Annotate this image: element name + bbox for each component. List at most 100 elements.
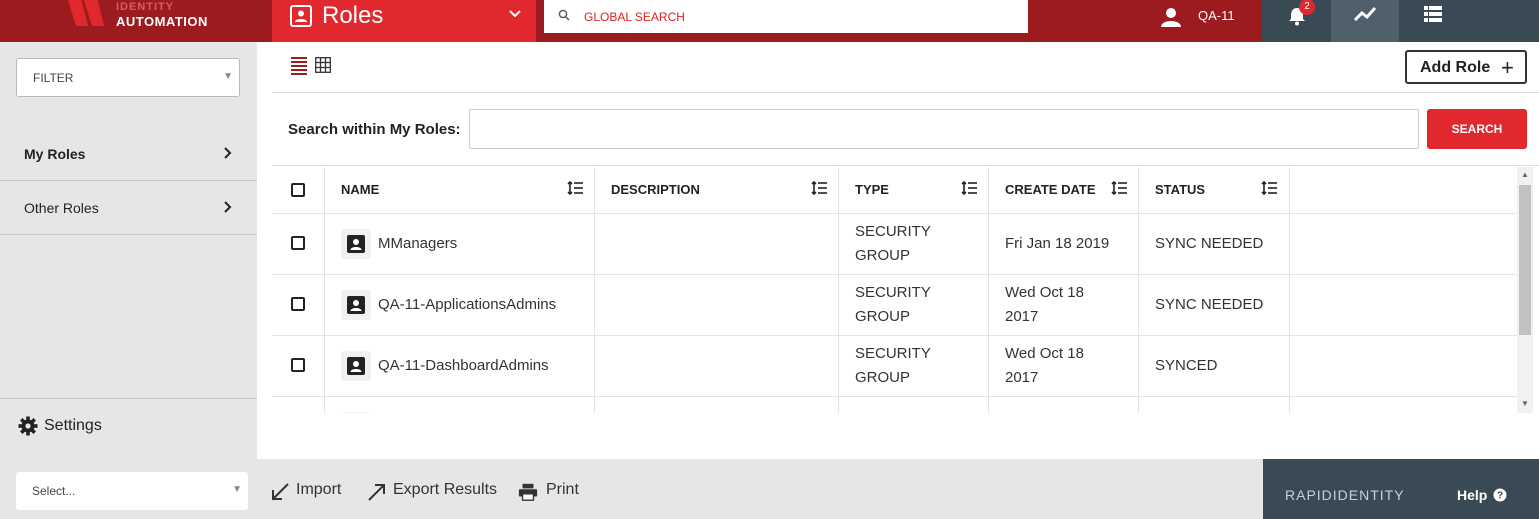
print-link[interactable]: Print xyxy=(546,481,579,499)
brand-name: RAPIDIDENTITY xyxy=(1285,487,1405,503)
list-view-icon[interactable] xyxy=(291,57,307,75)
row-checkbox[interactable] xyxy=(291,297,305,311)
global-search-input[interactable] xyxy=(584,0,1024,33)
role-date-line1: Fri Jan 18 2019 xyxy=(1005,235,1110,252)
status-cell: SYNC NEEDED xyxy=(1139,275,1290,335)
column-header-name[interactable]: NAME xyxy=(325,167,595,213)
sidebar-item-my-roles[interactable]: My Roles xyxy=(0,128,257,181)
global-search[interactable] xyxy=(544,0,1028,33)
select-all-checkbox[interactable] xyxy=(291,183,305,197)
description-cell xyxy=(595,397,839,413)
menu-button[interactable] xyxy=(1399,0,1539,42)
plus-icon: + xyxy=(1501,55,1514,80)
description-cell xyxy=(595,214,839,274)
header-checkbox-cell xyxy=(272,167,325,213)
role-type-line2: GROUP xyxy=(855,247,911,264)
user-menu[interactable]: QA-11 xyxy=(1158,0,1262,42)
logo[interactable]: IDENTITY AUTOMATION xyxy=(0,0,272,42)
row-checkbox-cell xyxy=(272,336,325,396)
bulk-action-label: Select... xyxy=(32,484,76,498)
brand-panel: RAPIDIDENTITY Help ? xyxy=(1263,459,1539,519)
bulk-action-select[interactable]: Select... ▼ xyxy=(16,472,248,510)
chevron-down-icon xyxy=(509,10,521,18)
row-checkbox-cell xyxy=(272,214,325,274)
sort-icon[interactable] xyxy=(1261,181,1277,195)
search-button[interactable]: SEARCH xyxy=(1427,109,1527,149)
role-name[interactable]: MManagers xyxy=(378,232,457,256)
filter-label: FILTER xyxy=(33,71,74,85)
logo-text-top: IDENTITY xyxy=(116,1,175,13)
user-name: QA-11 xyxy=(1198,8,1235,23)
notification-badge: 2 xyxy=(1299,0,1315,15)
status-cell xyxy=(1139,397,1290,413)
sidebar-item-other-roles[interactable]: Other Roles xyxy=(0,182,257,235)
table-scrollbar[interactable]: ▲ ▼ xyxy=(1517,167,1533,413)
sidebar-item-label: My Roles xyxy=(24,146,86,162)
search-within-input[interactable] xyxy=(469,109,1419,149)
bottom-bar: Select... ▼ Import Export Results Print … xyxy=(0,459,1539,519)
gear-icon xyxy=(18,416,38,436)
column-header-label: DESCRIPTION xyxy=(611,182,700,197)
scroll-up-icon[interactable]: ▲ xyxy=(1521,170,1529,179)
column-header-type[interactable]: TYPE xyxy=(839,167,989,213)
scroll-down-icon[interactable]: ▼ xyxy=(1521,399,1529,408)
date-cell: Wed Oct 18 2017 xyxy=(989,275,1139,335)
column-header-label: STATUS xyxy=(1155,182,1206,197)
module-switcher[interactable]: Roles xyxy=(272,0,536,42)
import-link[interactable]: Import xyxy=(296,481,341,499)
import-icon[interactable] xyxy=(270,482,290,502)
trend-icon xyxy=(1354,7,1376,22)
date-cell: Fri Jan 18 2019 xyxy=(989,214,1139,274)
column-header-label: CREATE DATE xyxy=(1005,182,1096,197)
help-link[interactable]: Help ? xyxy=(1457,487,1507,503)
role-date-line2: 2017 xyxy=(1005,369,1039,386)
row-checkbox[interactable] xyxy=(291,358,305,372)
sort-icon[interactable] xyxy=(1111,181,1127,195)
caret-down-icon: ▼ xyxy=(223,71,233,82)
row-checkbox[interactable] xyxy=(291,236,305,250)
role-date-line1: Wed Oct 18 xyxy=(1005,284,1084,301)
role-status: SYNCED xyxy=(1155,357,1218,374)
table-row[interactable]: MManagers SECURITY GROUP Fri Jan 18 2019… xyxy=(272,214,1517,275)
notifications-button[interactable]: 2 xyxy=(1262,0,1332,42)
role-avatar-icon xyxy=(341,229,371,259)
type-cell: SECURITY GROUP xyxy=(839,336,989,396)
filter-select[interactable]: FILTER ▼ xyxy=(16,58,240,97)
column-header-label: NAME xyxy=(341,182,380,197)
role-type-line2: GROUP xyxy=(855,369,911,386)
role-type-line1: SECURITY xyxy=(855,284,931,301)
role-status: SYNC NEEDED xyxy=(1155,235,1264,252)
add-role-label: Add Role xyxy=(1420,59,1491,76)
help-icon: ? xyxy=(1493,488,1507,502)
table-row[interactable]: QA-11-DashboardAdmins SECURITY GROUP Wed… xyxy=(272,336,1517,397)
name-cell xyxy=(325,397,595,413)
scroll-thumb[interactable] xyxy=(1519,185,1531,335)
column-header-status[interactable]: STATUS xyxy=(1139,167,1290,213)
role-type-line1: SECURITY xyxy=(855,345,931,362)
help-label: Help xyxy=(1457,487,1488,503)
date-cell xyxy=(989,397,1139,413)
roles-module-icon xyxy=(290,5,312,27)
column-header-create-date[interactable]: CREATE DATE xyxy=(989,167,1139,213)
export-results-link[interactable]: Export Results xyxy=(393,481,497,499)
activity-button[interactable] xyxy=(1331,0,1399,42)
divider xyxy=(272,92,1539,93)
print-icon[interactable] xyxy=(518,482,538,502)
column-header-description[interactable]: DESCRIPTION xyxy=(595,167,839,213)
table-row[interactable]: QA-11-ApplicationsAdmins SECURITY GROUP … xyxy=(272,275,1517,336)
search-icon xyxy=(558,9,570,21)
module-title: Roles xyxy=(322,2,384,29)
user-icon xyxy=(1161,8,1181,27)
logo-mark-icon xyxy=(67,0,104,26)
sort-icon[interactable] xyxy=(811,181,827,195)
role-name[interactable]: QA-11-ApplicationsAdmins xyxy=(378,293,556,317)
settings-link[interactable]: Settings xyxy=(0,398,257,459)
add-role-button[interactable]: Add Role + xyxy=(1405,50,1527,84)
sort-icon[interactable] xyxy=(961,181,977,195)
grid-view-icon[interactable] xyxy=(315,57,331,73)
sort-icon[interactable] xyxy=(567,181,583,195)
export-icon[interactable] xyxy=(367,482,387,502)
sidebar-item-label: Other Roles xyxy=(24,200,99,216)
chevron-right-icon xyxy=(224,201,232,213)
role-name[interactable]: QA-11-DashboardAdmins xyxy=(378,354,549,378)
